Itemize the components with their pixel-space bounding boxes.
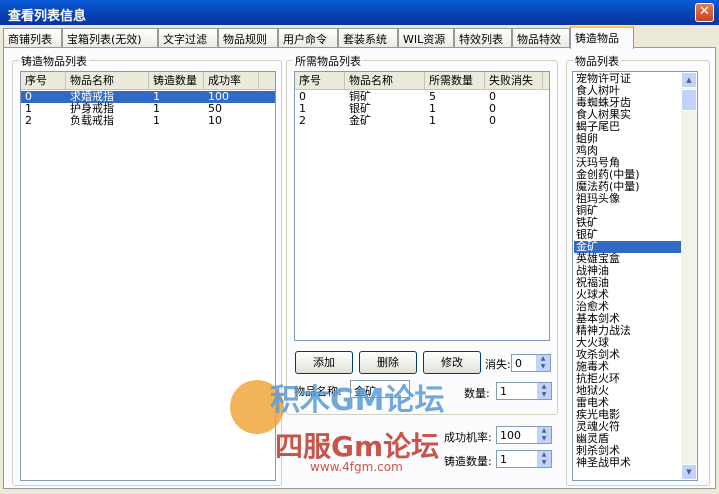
spinner-arrows[interactable]: ▲ ▼ [537,383,551,399]
col-index[interactable]: 序号 [295,72,345,89]
chance-value: 100 [500,429,521,442]
close-button[interactable]: ✕ [695,3,714,22]
cast-qty-value: 1 [500,453,507,466]
col-fail-vanish[interactable]: 失败消失 [485,72,543,89]
vanish-value: 0 [515,357,522,370]
col-success-rate[interactable]: 成功率 [204,72,259,89]
cell-index: 2 [299,114,306,127]
cell-item-name: 负载戒指 [70,114,114,127]
tab-cast-items[interactable]: 铸造物品 [570,26,634,49]
scroll-thumb[interactable] [681,89,697,111]
vanish-spinner[interactable]: 0 ▲ ▼ [511,354,551,372]
item-list-group: 物品列表 宠物许可证 食人树叶 毒蜘蛛牙齿 食人树果实 蝎子尾巴 蛆卵 鸡肉 沃玛号角 金创药(… [566,53,710,486]
tab-strip: 商铺列表 宝箱列表(无效) 文字过滤 物品规则 用户命令 套装系统 WIL资源 … [3,26,716,49]
col-required-qty[interactable]: 所需数量 [425,72,485,89]
edit-button[interactable]: 修改 [423,351,481,374]
item-list-scrollbar[interactable]: ▲ ▼ [681,72,697,480]
table-row[interactable]: 2 金矿 1 0 [295,115,549,127]
spin-up-icon[interactable]: ▲ [537,427,551,435]
qty-label: 数量: [464,387,490,400]
tab-set-system[interactable]: 套装系统 [338,28,398,47]
col-cast-qty[interactable]: 铸造数量 [149,72,204,89]
tab-item-effects[interactable]: 物品特效 [512,28,570,47]
vanish-label: 消失: [485,358,511,371]
spin-down-icon[interactable]: ▼ [537,391,551,399]
required-items-group-label: 所需物品列表 [293,53,363,69]
table-row[interactable]: 2 负载戒指 1 10 [21,115,275,127]
title-bar: 查看列表信息 ✕ [0,0,719,25]
spinner-arrows[interactable]: ▲ ▼ [537,427,551,443]
item-listbox[interactable]: 宠物许可证 食人树叶 毒蜘蛛牙齿 食人树果实 蝎子尾巴 蛆卵 鸡肉 沃玛号角 金创药(中量) 魔法… [572,71,698,481]
col-item-name[interactable]: 物品名称 [66,72,149,89]
tab-item-rules[interactable]: 物品规则 [218,28,278,47]
qty-spinner[interactable]: 1 ▲ ▼ [496,382,552,400]
cast-qty-label: 铸造数量: [444,455,492,468]
table-row[interactable]: 0 铜矿 5 0 [295,91,549,103]
cast-items-header: 序号 物品名称 铸造数量 成功率 [21,72,275,90]
scroll-up-icon[interactable]: ▲ [681,72,697,88]
tab-chest-list[interactable]: 宝箱列表(无效) [62,28,158,47]
cast-items-group-label: 铸造物品列表 [19,53,89,69]
cast-qty-spinner[interactable]: 1 ▲ ▼ [496,450,552,468]
col-index[interactable]: 序号 [21,72,66,89]
col-item-name[interactable]: 物品名称 [345,72,425,89]
delete-button[interactable]: 删除 [359,351,417,374]
list-item[interactable]: 神圣战甲术 [574,457,681,469]
item-name-label: 物品名称: [294,385,342,398]
chance-label: 成功机率: [444,431,492,444]
cell-fail-vanish: 0 [489,114,496,127]
required-items-header: 序号 物品名称 所需数量 失败消失 [295,72,549,90]
tab-text-filter[interactable]: 文字过滤 [158,28,218,47]
cell-item-name: 金矿 [349,114,371,127]
tab-wil-resources[interactable]: WIL资源 [398,28,454,47]
spin-down-icon[interactable]: ▼ [537,435,551,443]
table-row[interactable]: 0 求婚戒指 1 100 [21,91,275,103]
spinner-arrows[interactable]: ▲ ▼ [536,355,550,371]
tab-effect-list[interactable]: 特效列表 [454,28,512,47]
window-title: 查看列表信息 [8,9,87,24]
item-list-group-label: 物品列表 [573,53,621,69]
spin-down-icon[interactable]: ▼ [537,459,551,467]
tab-panel: 铸造物品列表 序号 物品名称 铸造数量 成功率 0 求婚戒指 1 100 1 护… [3,47,716,489]
cell-required-qty: 1 [429,114,436,127]
required-items-group: 所需物品列表 序号 物品名称 所需数量 失败消失 0 铜矿 5 0 1 银矿 1… [286,53,558,415]
cell-index: 2 [25,114,32,127]
table-row[interactable]: 1 银矿 1 0 [295,103,549,115]
required-items-listview[interactable]: 序号 物品名称 所需数量 失败消失 0 铜矿 5 0 1 银矿 1 0 2 金矿… [294,71,550,341]
scroll-down-icon[interactable]: ▼ [681,464,697,480]
tab-user-commands[interactable]: 用户命令 [278,28,338,47]
spin-up-icon[interactable]: ▲ [536,355,550,363]
item-name-field[interactable]: 金矿 [350,380,410,398]
add-button[interactable]: 添加 [295,351,353,374]
spin-up-icon[interactable]: ▲ [537,383,551,391]
table-row[interactable]: 1 护身戒指 1 50 [21,103,275,115]
cell-success-rate: 10 [208,114,222,127]
chance-spinner[interactable]: 100 ▲ ▼ [496,426,552,444]
spin-down-icon[interactable]: ▼ [536,363,550,371]
spinner-arrows[interactable]: ▲ ▼ [537,451,551,467]
spin-up-icon[interactable]: ▲ [537,451,551,459]
cell-cast-qty: 1 [153,114,160,127]
cast-items-listview[interactable]: 序号 物品名称 铸造数量 成功率 0 求婚戒指 1 100 1 护身戒指 1 5… [20,71,276,481]
tab-shop-list[interactable]: 商铺列表 [3,28,62,47]
cast-items-group: 铸造物品列表 序号 物品名称 铸造数量 成功率 0 求婚戒指 1 100 1 护… [12,53,282,486]
qty-value: 1 [500,385,507,398]
